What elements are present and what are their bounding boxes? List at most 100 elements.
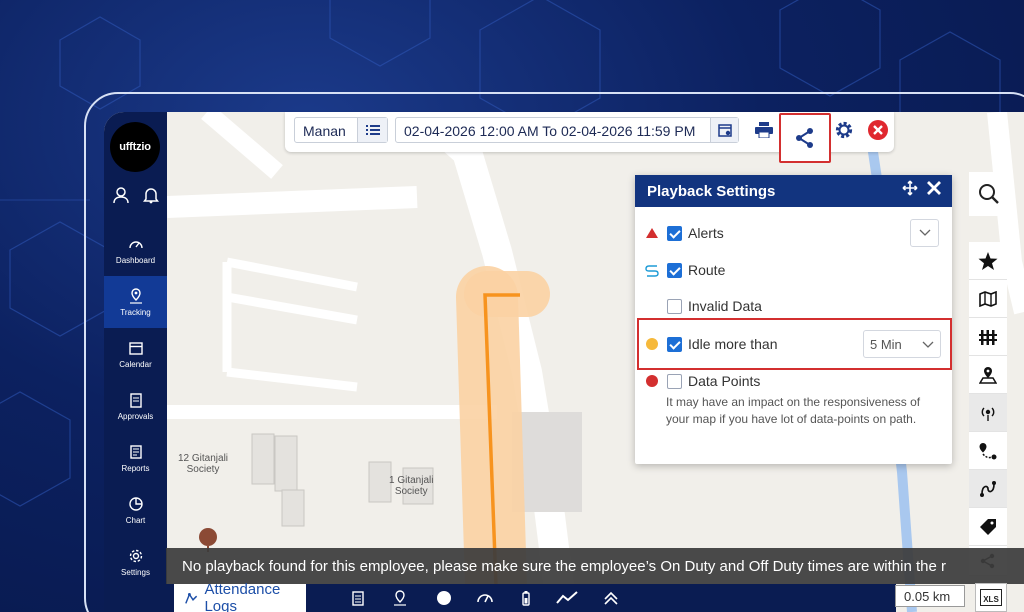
- option-label: Route: [688, 262, 726, 278]
- xls-icon: XLS: [980, 589, 1002, 606]
- toast-message: No playback found for this employee, ple…: [166, 548, 1024, 584]
- clipboard-icon: [129, 392, 142, 408]
- option-label: Alerts: [688, 225, 724, 241]
- route-checkbox[interactable]: [667, 263, 682, 278]
- sidebar-item-settings[interactable]: Settings: [104, 536, 167, 588]
- close-icon[interactable]: [865, 117, 891, 143]
- tab-attendance-logs[interactable]: Attendance Logs: [174, 581, 306, 612]
- battery-icon[interactable]: [518, 590, 534, 606]
- gauge-icon: [128, 240, 143, 248]
- clipboard-icon[interactable]: [350, 590, 366, 606]
- move-icon[interactable]: [902, 180, 918, 200]
- map-icon: [979, 290, 997, 307]
- line-chart-icon[interactable]: [556, 590, 578, 606]
- search-button[interactable]: [969, 172, 1009, 216]
- idle-duration-value: 5 Min: [870, 337, 902, 352]
- sidebar-item-label: Reports: [121, 463, 150, 473]
- option-alerts: Alerts: [635, 219, 952, 249]
- map-label-1-gitanjali: 1 Gitanjali Society: [389, 475, 433, 497]
- map-label-line: 12 Gitanjali: [178, 453, 229, 464]
- map-label-12-gitanjali: 12 Gitanjali Society: [178, 453, 228, 475]
- idle-duration-select[interactable]: 5 Min: [863, 330, 941, 358]
- chevron-down-icon: [922, 341, 934, 348]
- print-icon[interactable]: [751, 117, 777, 143]
- route-path-button[interactable]: [969, 470, 1007, 508]
- speedometer-icon[interactable]: [477, 590, 493, 606]
- sidebar: ufftzio Dashboard Tracking Calendar Appr…: [104, 112, 167, 612]
- sidebar-item-label: Calendar: [119, 359, 152, 369]
- option-route: Route: [635, 256, 952, 286]
- search-icon: [979, 184, 999, 204]
- export-xls-button[interactable]: XLS: [975, 583, 1007, 612]
- location-area-button[interactable]: [969, 356, 1007, 394]
- gear-icon: [129, 549, 142, 562]
- fence-button[interactable]: [969, 318, 1007, 356]
- option-label: Invalid Data: [688, 298, 762, 314]
- sidebar-item-tracking[interactable]: Tracking: [104, 276, 167, 328]
- map-pin-icon: [129, 287, 142, 304]
- map-label-line: Society: [394, 486, 428, 497]
- option-data-points: Data Points: [635, 367, 952, 397]
- bell-icon[interactable]: [142, 186, 160, 209]
- list-icon[interactable]: [357, 118, 387, 142]
- sidebar-item-label: Dashboard: [115, 255, 156, 265]
- pie-chart-icon: [128, 496, 143, 511]
- sidebar-item-label: Chart: [125, 515, 146, 525]
- bottom-bar: Attendance Logs: [166, 581, 896, 612]
- attendance-logs-label: Attendance Logs: [204, 581, 281, 612]
- idle-highlight: 5 Min: [637, 318, 952, 370]
- calendar-icon[interactable]: [710, 118, 738, 142]
- option-label: Data Points: [688, 373, 761, 389]
- map-pin-icon[interactable]: [392, 590, 408, 606]
- alerts-checkbox[interactable]: [667, 226, 682, 241]
- alerts-dropdown[interactable]: [910, 219, 939, 247]
- panel-header: Playback Settings: [635, 175, 952, 207]
- favorite-places-button[interactable]: [969, 242, 1007, 280]
- sidebar-item-label: Settings: [121, 567, 150, 577]
- fence-icon: [979, 329, 997, 345]
- alert-triangle-icon: [646, 228, 658, 238]
- brand-logo[interactable]: ufftzio: [110, 122, 160, 172]
- sidebar-item-approvals[interactable]: Approvals: [104, 380, 167, 432]
- date-range-field[interactable]: 02-04-2026 12:00 AM To 02-04-2026 11:59 …: [395, 117, 739, 143]
- share-icon: [796, 128, 813, 148]
- map-label-line: Society: [186, 464, 220, 475]
- tag-icon: [980, 518, 996, 535]
- data-points-checkbox[interactable]: [667, 374, 682, 389]
- sidebar-item-chart[interactable]: Chart: [104, 484, 167, 536]
- location-area-icon: [979, 366, 997, 384]
- report-icon: [129, 444, 142, 459]
- route-icon: [645, 265, 659, 277]
- signal-pin-icon: [981, 406, 995, 421]
- share-button[interactable]: [779, 113, 831, 163]
- employee-select[interactable]: Manan: [294, 117, 388, 143]
- tag-button[interactable]: [969, 508, 1007, 546]
- star-icon: [978, 251, 998, 270]
- date-range-text: 02-04-2026 12:00 AM To 02-04-2026 11:59 …: [404, 123, 696, 139]
- gear-icon[interactable]: [831, 117, 857, 143]
- route-points-button[interactable]: [969, 432, 1007, 470]
- calendar-icon: [128, 341, 143, 355]
- data-point-dot-icon: [646, 375, 658, 387]
- invalid-data-checkbox[interactable]: [667, 299, 682, 314]
- route-pin-icon: [979, 442, 997, 459]
- sidebar-item-calendar[interactable]: Calendar: [104, 328, 167, 380]
- sidebar-item-reports[interactable]: Reports: [104, 432, 167, 484]
- route-path-icon: [980, 480, 996, 497]
- employee-name: Manan: [303, 123, 346, 139]
- sidebar-item-label: Approvals: [117, 411, 154, 421]
- live-signal-button[interactable]: [969, 394, 1007, 432]
- circle-icon[interactable]: [436, 590, 452, 606]
- attendance-icon: [185, 592, 198, 604]
- data-points-note: It may have an impact on the responsiven…: [666, 395, 921, 426]
- close-icon[interactable]: [926, 180, 942, 200]
- panel-title: Playback Settings: [647, 183, 776, 200]
- map-layers-button[interactable]: [969, 280, 1007, 318]
- map-scale: 0.05 km: [895, 585, 965, 607]
- map-label-line: 1 Gitanjali: [389, 475, 434, 486]
- sidebar-item-dashboard[interactable]: Dashboard: [104, 224, 167, 276]
- chevron-down-icon: [919, 229, 930, 236]
- user-icon[interactable]: [112, 186, 130, 209]
- double-chevron-up-icon[interactable]: [603, 590, 619, 606]
- sidebar-item-label: Tracking: [120, 307, 151, 317]
